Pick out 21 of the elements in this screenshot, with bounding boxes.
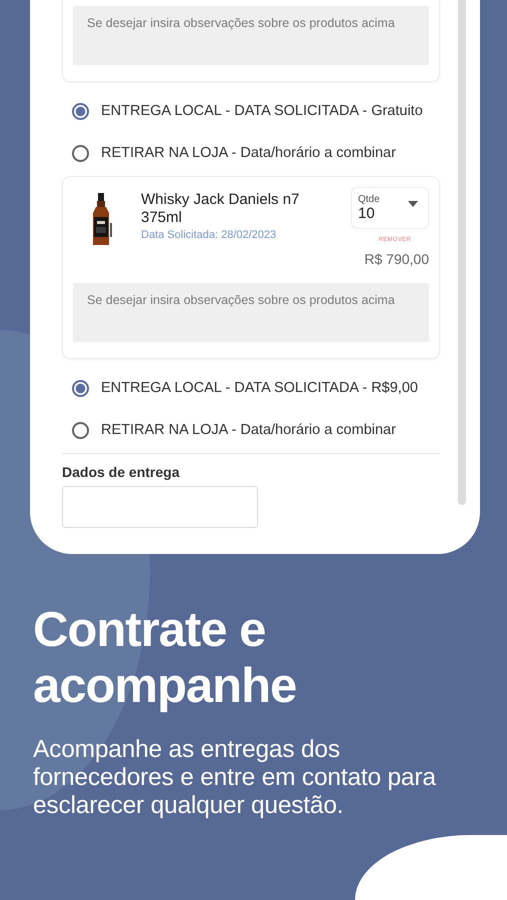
option-label: ENTREGA LOCAL - DATA SOLICITADA - Gratuito <box>101 103 423 119</box>
radio-button[interactable] <box>72 422 89 438</box>
radio-button[interactable] <box>72 380 89 396</box>
caret-icon <box>408 201 418 207</box>
option-label: RETIRAR NA LOJA - Data/horário a combinar <box>101 145 396 161</box>
observation-field[interactable]: Se desejar insira observações sobre os produtos acima <box>73 283 429 342</box>
price: R$ 790,00 <box>364 251 429 267</box>
quantity-value: 10 <box>358 205 376 222</box>
radio-button[interactable] <box>72 102 89 120</box>
observation-field[interactable]: Se desejar insira observações sobre os produtos acima <box>73 6 429 65</box>
headline: Contrate e acompanhe <box>33 602 298 714</box>
section-title: Dados de entrega <box>62 464 181 480</box>
product-name: Whisky Jack Daniels n7 375ml <box>141 191 300 227</box>
quantity-label: Qtde <box>358 194 380 205</box>
input-field[interactable] <box>62 486 258 528</box>
radio-button[interactable] <box>72 144 89 162</box>
option-label: RETIRAR NA LOJA - Data/horário a combinar <box>101 422 396 438</box>
description: Acompanhe as entregas dos fornecedores e entre em contato para esclarecer qualquer questão. <box>33 736 437 820</box>
option-label: ENTREGA LOCAL - DATA SOLICITADA - R$9,00 <box>101 380 418 396</box>
quantity-dropdown[interactable]: Qtde 10 <box>351 187 429 229</box>
requested-date: Data Solicitada: 28/02/2023 <box>141 229 278 241</box>
